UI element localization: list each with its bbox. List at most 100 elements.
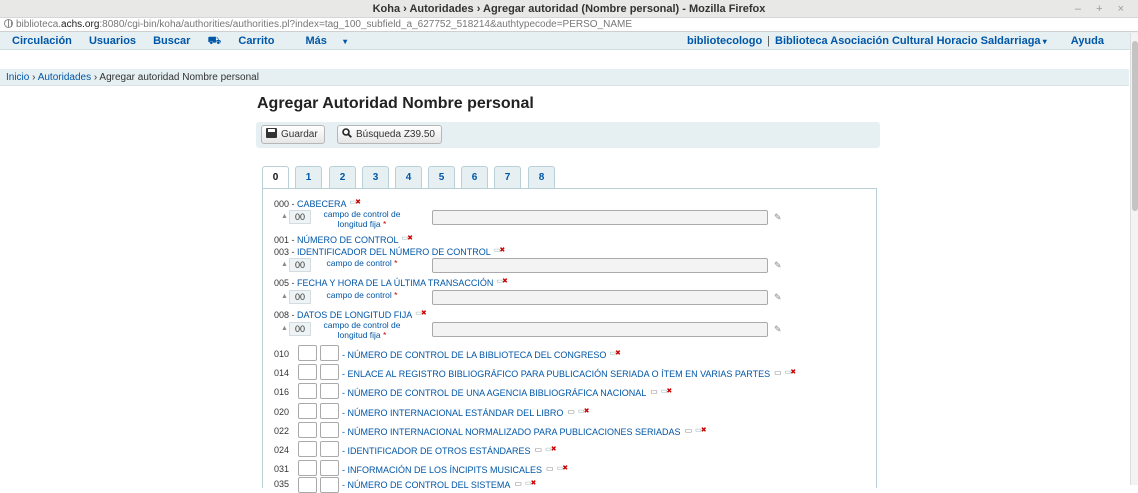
repeat-field-icon[interactable]: ▭ (535, 445, 543, 454)
delete-field-icon[interactable]: ✖ (545, 445, 557, 453)
tab-3[interactable]: 3 (362, 166, 389, 188)
edit-icon[interactable]: ✎ (774, 324, 782, 335)
repeat-field-icon[interactable]: ▭ (567, 407, 575, 416)
field-name[interactable]: IDENTIFICADOR DE OTROS ESTÁNDARES (348, 446, 531, 456)
delete-field-icon[interactable]: ✖ (661, 387, 672, 395)
save-label: Guardar (281, 129, 318, 140)
subfield-code: 00 (289, 210, 311, 224)
delete-field-icon[interactable]: ✖ (525, 479, 537, 487)
delete-field-icon[interactable]: ✖ (578, 407, 590, 415)
field-name[interactable]: ENLACE AL REGISTRO BIBLIOGRÁFICO PARA PU… (348, 369, 771, 379)
indicator-2-input[interactable] (320, 460, 339, 476)
field-name[interactable]: NÚMERO DE CONTROL DE LA BIBLIOTECA DEL C… (348, 350, 607, 360)
field-tag: 031 (274, 464, 290, 474)
delete-field-icon[interactable]: ✖ (695, 426, 707, 434)
nav-buscar[interactable]: Buscar (153, 35, 190, 47)
tab-8[interactable]: 8 (528, 166, 555, 188)
indicator-2-input[interactable] (320, 383, 339, 399)
tab-0[interactable]: 0 (262, 166, 289, 189)
breadcrumb-home[interactable]: Inicio (6, 72, 29, 83)
move-up-icon[interactable]: ▲ (281, 213, 288, 220)
nav-usuarios[interactable]: Usuarios (89, 35, 136, 47)
tab-1[interactable]: 1 (295, 166, 322, 188)
indicator-1-input[interactable] (298, 422, 317, 438)
indicator-2-input[interactable] (320, 364, 339, 380)
indicator-1-input[interactable] (298, 345, 317, 361)
edit-icon[interactable]: ✎ (774, 212, 782, 223)
field-name[interactable]: NÚMERO DE CONTROL DE UNA AGENCIA BIBLIOG… (348, 388, 647, 398)
z3950-search-button[interactable]: Búsqueda Z39.50 (337, 125, 442, 144)
field-name[interactable]: CABECERA (297, 199, 347, 209)
field-name[interactable]: IDENTIFICADOR DEL NÚMERO DE CONTROL (297, 247, 491, 257)
library-name: Biblioteca Asociación Cultural Horacio S… (775, 35, 1041, 47)
indicator-1-input[interactable] (298, 460, 317, 476)
indicator-1-input[interactable] (298, 383, 317, 399)
repeat-field-icon[interactable]: ▭ (546, 464, 554, 473)
delete-field-icon[interactable]: ✖ (350, 198, 361, 206)
delete-field-icon[interactable]: ✖ (496, 277, 508, 285)
field-name[interactable]: FECHA Y HORA DE LA ÚLTIMA TRANSACCIÓN (297, 278, 493, 288)
edit-icon[interactable]: ✎ (774, 292, 782, 303)
tab-5[interactable]: 5 (428, 166, 455, 188)
indicator-2-input[interactable] (320, 403, 339, 419)
delete-field-icon[interactable]: ✖ (785, 368, 796, 376)
field-name[interactable]: DATOS DE LONGITUD FIJA (297, 310, 412, 320)
indicator-1-input[interactable] (298, 403, 317, 419)
edit-icon[interactable]: ✎ (774, 260, 782, 271)
scrollbar-thumb[interactable] (1132, 41, 1138, 211)
breadcrumb-authorities[interactable]: Autoridades (38, 72, 91, 83)
field-label: - IDENTIFICADOR DE OTROS ESTÁNDARES▭✖ (342, 445, 557, 456)
indicator-2-input[interactable] (320, 477, 339, 493)
indicator-1-input[interactable] (298, 441, 317, 457)
repeat-field-icon[interactable]: ▭ (514, 479, 522, 488)
move-up-icon[interactable]: ▲ (281, 325, 288, 332)
tab-4[interactable]: 4 (395, 166, 422, 188)
delete-field-icon[interactable]: ✖ (494, 246, 505, 254)
nav-circulacion[interactable]: Circulación (12, 35, 72, 47)
field-name[interactable]: INFORMACIÓN DE LOS ÍNCIPITS MUSICALES (348, 465, 543, 475)
field-name[interactable]: NÚMERO INTERNACIONAL NORMALIZADO PARA PU… (348, 427, 681, 437)
save-button[interactable]: Guardar (261, 125, 325, 144)
indicator-1-input[interactable] (298, 364, 317, 380)
subfield-input-003[interactable] (432, 258, 768, 273)
help-link[interactable]: Ayuda (1071, 35, 1104, 47)
tab-7[interactable]: 7 (494, 166, 521, 188)
field-name[interactable]: NÚMERO INTERNACIONAL ESTÁNDAR DEL LIBRO (348, 408, 564, 418)
delete-field-icon[interactable]: ✖ (609, 349, 621, 357)
breadcrumb-current: Agregar autoridad Nombre personal (99, 72, 259, 83)
field-001: 001 - NÚMERO DE CONTROL✖ (274, 234, 413, 245)
url-prefix: biblioteca. (16, 19, 62, 30)
delete-field-icon[interactable]: ✖ (402, 234, 413, 242)
delete-field-icon[interactable]: ✖ (557, 464, 568, 472)
subfield-label-line1: campo de control de (323, 320, 401, 330)
subfield-input-000[interactable] (432, 210, 768, 225)
field-name[interactable]: NÚMERO DE CONTROL DEL SISTEMA (348, 480, 511, 490)
field-tag: 020 (274, 407, 290, 417)
logged-in-user[interactable]: bibliotecologo (687, 35, 762, 47)
url-bar[interactable]: biblioteca.achs.org:8080/cgi-bin/koha/au… (0, 18, 1138, 32)
indicator-1-input[interactable] (298, 477, 317, 493)
repeat-field-icon[interactable]: ▭ (774, 368, 782, 377)
z3950-label: Búsqueda Z39.50 (356, 129, 435, 140)
window-controls[interactable]: – + × (1075, 0, 1130, 18)
page-scrollbar[interactable] (1130, 33, 1138, 485)
url-rest: :8080/cgi-bin/koha/authorities/authoriti… (99, 19, 632, 30)
move-up-icon[interactable]: ▲ (281, 261, 288, 268)
nav-mas[interactable]: Más ▾ (306, 35, 362, 47)
required-mark: * (394, 290, 398, 300)
tab-6[interactable]: 6 (461, 166, 488, 188)
repeat-field-icon[interactable]: ▭ (685, 426, 693, 435)
indicator-2-input[interactable] (320, 345, 339, 361)
repeat-field-icon[interactable]: ▭ (650, 387, 658, 396)
library-selector[interactable]: Biblioteca Asociación Cultural Horacio S… (775, 35, 1047, 47)
indicator-2-input[interactable] (320, 441, 339, 457)
nav-carrito[interactable]: ⛟ Carrito (207, 35, 288, 47)
field-tag: 024 (274, 445, 290, 455)
delete-field-icon[interactable]: ✖ (415, 309, 427, 317)
field-name[interactable]: NÚMERO DE CONTROL (297, 235, 399, 245)
tab-2[interactable]: 2 (329, 166, 356, 188)
indicator-2-input[interactable] (320, 422, 339, 438)
subfield-input-008[interactable] (432, 322, 768, 337)
subfield-input-005[interactable] (432, 290, 768, 305)
move-up-icon[interactable]: ▲ (281, 293, 288, 300)
